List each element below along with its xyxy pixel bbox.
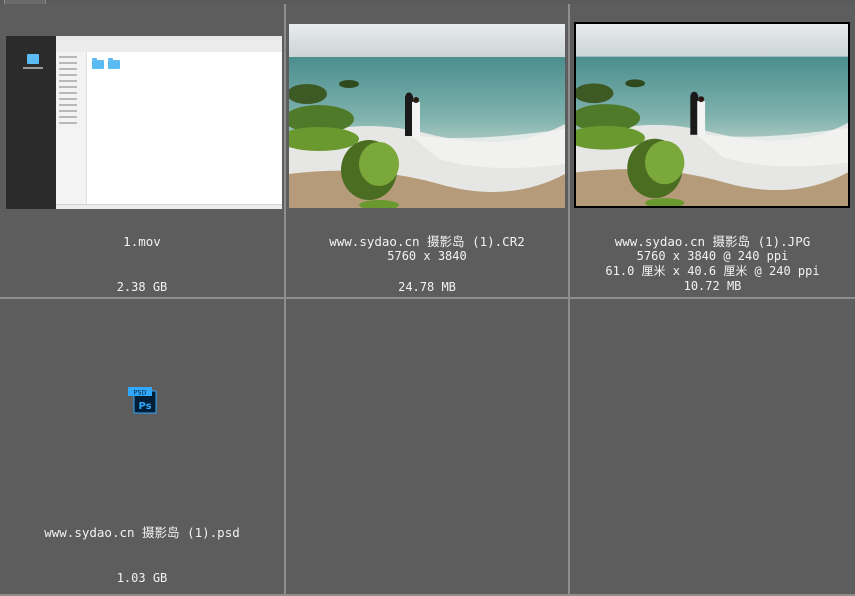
folder-icon — [92, 58, 104, 69]
thumbnail-cell-psd[interactable]: Ps PSD www.sydao.cn 摄影岛 (1).psd 1.03 GB — [0, 299, 286, 596]
svg-text:PSD: PSD — [133, 389, 146, 397]
folder-icon — [108, 58, 120, 69]
svg-text:Ps: Ps — [138, 401, 151, 412]
thumbnail-cell-cr2[interactable]: www.sydao.cn 摄影岛 (1).CR2 5760 x 3840 24.… — [286, 4, 570, 299]
file-name: 1.mov — [123, 234, 161, 249]
file-name: www.sydao.cn 摄影岛 (1).CR2 — [329, 234, 525, 249]
empty-cell — [286, 299, 570, 596]
thumbnail-cell-mov[interactable]: 1.mov 2.38 GB — [0, 4, 286, 299]
photo-thumbnail-selected — [574, 22, 850, 208]
print-dimensions: 61.0 厘米 x 40.6 厘米 @ 240 ppi — [605, 264, 820, 278]
file-name: www.sydao.cn 摄影岛 (1).psd — [44, 525, 240, 540]
video-thumbnail — [6, 36, 282, 209]
file-size: 2.38 GB — [116, 280, 168, 294]
photoshop-file-icon: Ps PSD — [128, 385, 158, 415]
desktop-dock — [6, 36, 56, 209]
file-size: 10.72 MB — [683, 279, 742, 293]
content-grid: 1.mov 2.38 GB www.sydao.cn 摄影岛 (1).CR2 5… — [0, 0, 855, 596]
photo-thumbnail — [289, 24, 565, 208]
file-size: 1.03 GB — [116, 571, 168, 585]
thumbnail-cell-jpg[interactable]: www.sydao.cn 摄影岛 (1).JPG 5760 x 3840 @ 2… — [570, 4, 855, 299]
empty-cell — [570, 299, 855, 596]
image-dimensions: 5760 x 3840 — [387, 249, 467, 263]
image-dimensions: 5760 x 3840 @ 240 ppi — [636, 249, 789, 263]
file-name: www.sydao.cn 摄影岛 (1).JPG — [614, 234, 811, 249]
file-size: 24.78 MB — [398, 280, 456, 294]
